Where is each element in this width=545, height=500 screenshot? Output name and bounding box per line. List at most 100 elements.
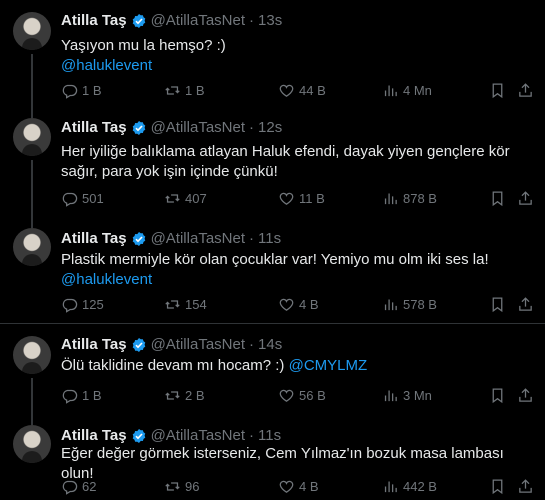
avatar[interactable] — [13, 118, 51, 156]
retweet-button[interactable]: 154 — [164, 295, 207, 313]
author-name[interactable]: Atilla Taş — [61, 336, 127, 353]
heart-icon — [278, 296, 295, 313]
share-button[interactable] — [517, 81, 538, 99]
like-button[interactable]: 4 B — [278, 295, 319, 313]
tweet[interactable]: Atilla Taş @AtillaTasNet · 14s Ölü takli… — [0, 324, 545, 415]
bookmark-button[interactable] — [489, 386, 510, 404]
reply-button[interactable]: 1 B — [61, 81, 102, 99]
bookmark-button[interactable] — [489, 81, 510, 99]
author-name[interactable]: Atilla Taş — [61, 230, 127, 247]
tweet-time[interactable]: 14s — [258, 336, 282, 353]
reply-button[interactable]: 501 — [61, 189, 104, 207]
tweet-body: Plastik mermiyle kör olan çocuklar var! … — [61, 251, 489, 268]
verified-badge-icon — [131, 428, 147, 444]
retweet-icon — [164, 478, 181, 495]
bookmark-icon — [489, 478, 506, 495]
tweet-body: Ölü taklidine devam mı hocam? :) — [61, 357, 285, 374]
verified-badge-icon — [131, 120, 147, 136]
author-name[interactable]: Atilla Taş — [61, 119, 127, 136]
reply-count: 1 B — [82, 82, 102, 98]
views-icon — [382, 190, 399, 207]
view-count: 4 Mn — [403, 82, 432, 98]
share-button[interactable] — [517, 295, 538, 313]
tweet[interactable]: Atilla Taş @AtillaTasNet · 12s Her iyili… — [0, 106, 545, 216]
author-handle[interactable]: @AtillaTasNet — [151, 119, 245, 136]
share-button[interactable] — [517, 189, 538, 207]
tweet-text: Ölü taklidine devam mı hocam? :) @CMYLMZ — [61, 356, 533, 376]
retweet-button[interactable]: 1 B — [164, 81, 205, 99]
retweet-count: 407 — [185, 190, 207, 206]
tweet-text: Plastik mermiyle kör olan çocuklar var! … — [61, 250, 533, 290]
like-button[interactable]: 11 B — [278, 189, 325, 207]
author-handle[interactable]: @AtillaTasNet — [151, 12, 245, 29]
tweet-time[interactable]: 13s — [258, 12, 282, 29]
reply-button[interactable]: 62 — [61, 477, 96, 495]
retweet-icon — [164, 82, 181, 99]
share-button[interactable] — [517, 386, 538, 404]
tweet-time[interactable]: 11s — [258, 427, 281, 444]
bookmark-button[interactable] — [489, 295, 510, 313]
thread-line — [31, 106, 33, 118]
view-count: 578 B — [403, 296, 437, 312]
retweet-icon — [164, 296, 181, 313]
reply-button[interactable]: 1 B — [61, 386, 102, 404]
share-button[interactable] — [517, 477, 538, 495]
tweet-header: Atilla Taş @AtillaTasNet · 12s — [61, 119, 282, 136]
share-icon — [517, 296, 534, 313]
views-icon — [382, 387, 399, 404]
tweet-actions: 1 B 2 B 56 B 3 Mn — [61, 386, 536, 404]
like-count: 4 B — [299, 296, 319, 312]
bookmark-button[interactable] — [489, 477, 510, 495]
bookmark-icon — [489, 387, 506, 404]
reply-button[interactable]: 125 — [61, 295, 104, 313]
like-button[interactable]: 4 B — [278, 477, 319, 495]
views-button[interactable]: 3 Mn — [382, 386, 432, 404]
bookmark-button[interactable] — [489, 189, 510, 207]
share-icon — [517, 82, 534, 99]
mention-link[interactable]: @CMYLMZ — [289, 357, 368, 374]
reply-icon — [61, 296, 78, 313]
bookmark-icon — [489, 190, 506, 207]
avatar[interactable] — [13, 336, 51, 374]
heart-icon — [278, 387, 295, 404]
share-icon — [517, 190, 534, 207]
retweet-button[interactable]: 96 — [164, 477, 199, 495]
reply-icon — [61, 478, 78, 495]
retweet-button[interactable]: 2 B — [164, 386, 205, 404]
author-handle[interactable]: @AtillaTasNet — [151, 230, 245, 247]
reply-count: 62 — [82, 478, 97, 494]
verified-badge-icon — [131, 13, 147, 29]
retweet-count: 2 B — [185, 387, 205, 403]
mention-link[interactable]: @haluklevent — [61, 270, 533, 290]
avatar[interactable] — [13, 425, 51, 463]
like-button[interactable]: 44 B — [278, 81, 326, 99]
tweet[interactable]: Atilla Taş @AtillaTasNet · 11s Plastik m… — [0, 216, 545, 323]
separator-dot: · — [249, 230, 255, 247]
avatar[interactable] — [13, 228, 51, 266]
heart-icon — [278, 478, 295, 495]
mention-link[interactable]: @haluklevent — [61, 56, 533, 76]
tweet-time[interactable]: 12s — [258, 119, 282, 136]
author-name[interactable]: Atilla Taş — [61, 12, 127, 29]
like-button[interactable]: 56 B — [278, 386, 326, 404]
tweet-text: Yaşıyon mu la hemşo? :) @haluklevent — [61, 36, 533, 76]
tweet[interactable]: Atilla Taş @AtillaTasNet · 13s Yaşıyon m… — [0, 0, 545, 106]
views-button[interactable]: 4 Mn — [382, 81, 432, 99]
tweet-feed: Atilla Taş @AtillaTasNet · 13s Yaşıyon m… — [0, 0, 545, 500]
separator-dot: · — [249, 119, 255, 136]
tweet-time[interactable]: 11s — [258, 230, 281, 247]
retweet-count: 96 — [185, 478, 200, 494]
views-button[interactable]: 878 B — [382, 189, 437, 207]
thread-line — [31, 160, 33, 216]
views-button[interactable]: 442 B — [382, 477, 437, 495]
views-button[interactable]: 578 B — [382, 295, 437, 313]
author-name[interactable]: Atilla Taş — [61, 427, 127, 444]
separator-dot: · — [249, 12, 255, 29]
retweet-button[interactable]: 407 — [164, 189, 207, 207]
reply-count: 1 B — [82, 387, 102, 403]
author-handle[interactable]: @AtillaTasNet — [151, 427, 245, 444]
author-handle[interactable]: @AtillaTasNet — [151, 336, 245, 353]
tweet[interactable]: Atilla Taş @AtillaTasNet · 11s Eğer değe… — [0, 415, 545, 500]
tweet-actions: 62 96 4 B 442 B — [61, 477, 536, 495]
avatar[interactable] — [13, 12, 51, 50]
